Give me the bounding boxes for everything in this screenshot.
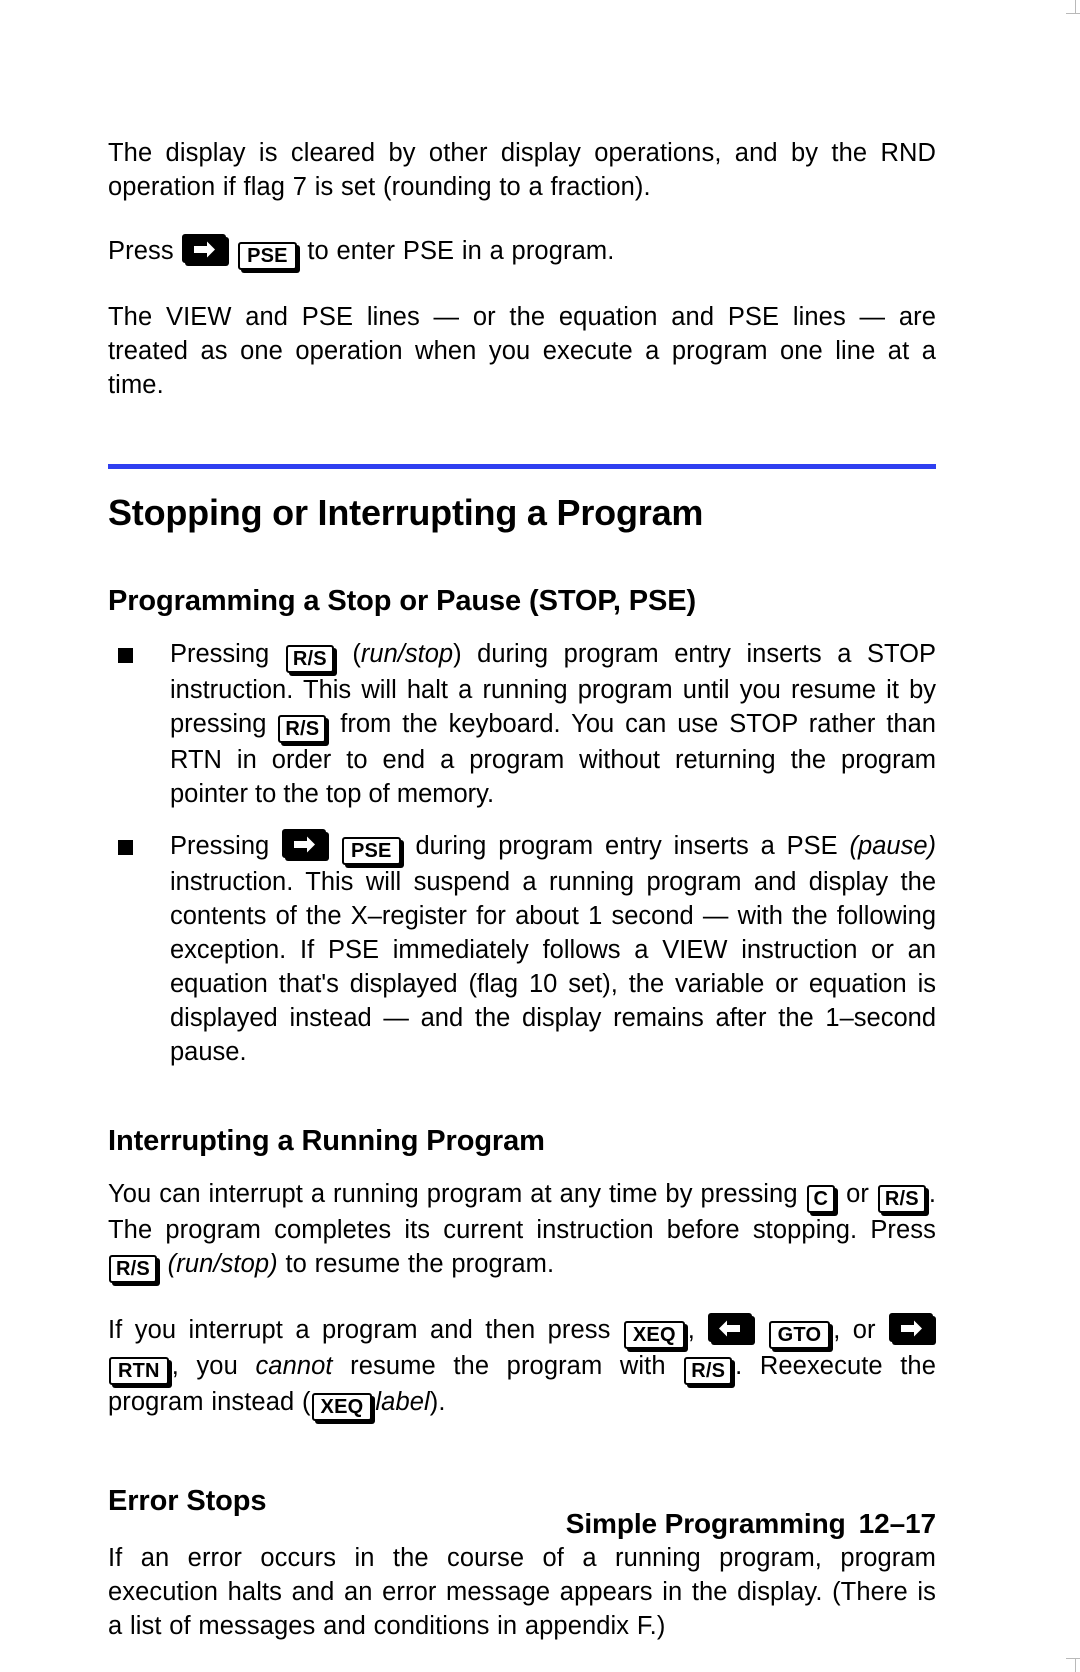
crop-mark-bottom-right-vertical: [1075, 1658, 1076, 1672]
crop-mark-top-right-vertical: [1075, 0, 1076, 14]
bullet-text-1: Pressing R/S (run/stop) during program e…: [170, 637, 936, 811]
page-footer: Simple Programming 12–17: [108, 1508, 936, 1540]
pse-key-icon: PSE: [238, 242, 297, 270]
footer-page-number: 12–17: [858, 1508, 936, 1539]
page-title: Stopping or Interrupting a Program: [108, 492, 704, 533]
subsection-title-interrupting: Interrupting a Running Program: [108, 1125, 545, 1157]
rtn-key-icon: RTN: [109, 1357, 169, 1385]
press-prefix-text: Press: [108, 237, 174, 265]
interrupt-p1-text-c: to resume the program.: [285, 1250, 555, 1278]
list-item: Pressing PSE during program entry insert…: [108, 829, 936, 1069]
right-shift-key-icon: [182, 234, 227, 263]
press-suffix-text: to enter PSE in a program.: [307, 237, 615, 265]
interrupt-p1-italic-runstop: (run/stop): [167, 1250, 278, 1278]
interrupt-p2-italic-label: label: [375, 1388, 430, 1416]
bullet-text-2: Pressing PSE during program entry insert…: [170, 829, 936, 1069]
intro-press-paragraph: Press PSE to enter PSE in a program.: [108, 234, 936, 270]
document-page: The display is cleared by other display …: [108, 0, 936, 1672]
run-stop-key-icon: R/S: [109, 1255, 157, 1283]
section-divider-rule: [108, 464, 936, 469]
bullet1-text-a: Pressing: [170, 640, 270, 668]
stop-pause-bullet-list: Pressing R/S (run/stop) during program e…: [108, 637, 936, 1069]
interrupt-p1-text-a: You can interrupt a running program at a…: [108, 1180, 798, 1208]
interrupt-p2-text-c: resume the program with: [350, 1352, 666, 1380]
xeq-key-icon: XEQ: [311, 1393, 373, 1421]
run-stop-key-icon: R/S: [278, 715, 327, 743]
intro-paragraph-1: The display is cleared by other display …: [108, 139, 936, 201]
interrupt-p2-text-a: If you interrupt a program and then pres…: [108, 1316, 611, 1344]
gto-key-icon: GTO: [768, 1321, 831, 1349]
bullet-square-icon: [118, 840, 133, 855]
bullet-square-icon: [118, 648, 133, 663]
interrupt-p2-text-b: , you: [171, 1352, 238, 1380]
crop-mark-bottom-right-horizontal: [1066, 1658, 1080, 1659]
bullet2-text-b: during program entry inserts a PSE: [415, 832, 838, 860]
interrupting-paragraph-1: You can interrupt a running program at a…: [108, 1177, 936, 1283]
list-item: Pressing R/S (run/stop) during program e…: [108, 637, 936, 811]
left-shift-key-icon: [708, 1313, 753, 1342]
pse-key-icon: PSE: [341, 837, 401, 865]
interrupt-p2-italic-cannot: cannot: [255, 1352, 333, 1380]
interrupt-p2-sep-2: , or: [833, 1316, 876, 1344]
bullet1-paren-open: (: [352, 640, 361, 668]
run-stop-key-icon: R/S: [684, 1357, 733, 1385]
footer-chapter-title: Simple Programming: [565, 1508, 846, 1539]
intro-paragraph-3: The VIEW and PSE lines — or the equation…: [108, 303, 936, 399]
bullet2-text-c: instruction. This will suspend a running…: [170, 868, 936, 1066]
crop-mark-top-right-horizontal: [1066, 13, 1080, 14]
error-stops-paragraph-1: If an error occurs in the course of a ru…: [108, 1544, 936, 1640]
interrupting-paragraph-2: If you interrupt a program and then pres…: [108, 1313, 936, 1421]
c-key-icon: C: [806, 1185, 836, 1213]
run-stop-key-icon: R/S: [285, 645, 334, 673]
bullet2-italic-pause: (pause): [849, 832, 936, 860]
xeq-key-icon: XEQ: [623, 1321, 685, 1349]
interrupt-p2-text-e: ).: [429, 1388, 446, 1416]
right-shift-key-icon: [889, 1313, 934, 1342]
run-stop-key-icon: R/S: [877, 1185, 926, 1213]
interrupt-p1-or: or: [846, 1180, 869, 1208]
subsection-title-stop-pause: Programming a Stop or Pause (STOP, PSE): [108, 585, 697, 617]
right-shift-key-icon: [282, 829, 327, 858]
bullet1-italic-runstop: run/stop: [360, 640, 454, 668]
bullet2-text-a: Pressing: [170, 832, 270, 860]
interrupt-p2-sep-1: ,: [687, 1316, 695, 1344]
